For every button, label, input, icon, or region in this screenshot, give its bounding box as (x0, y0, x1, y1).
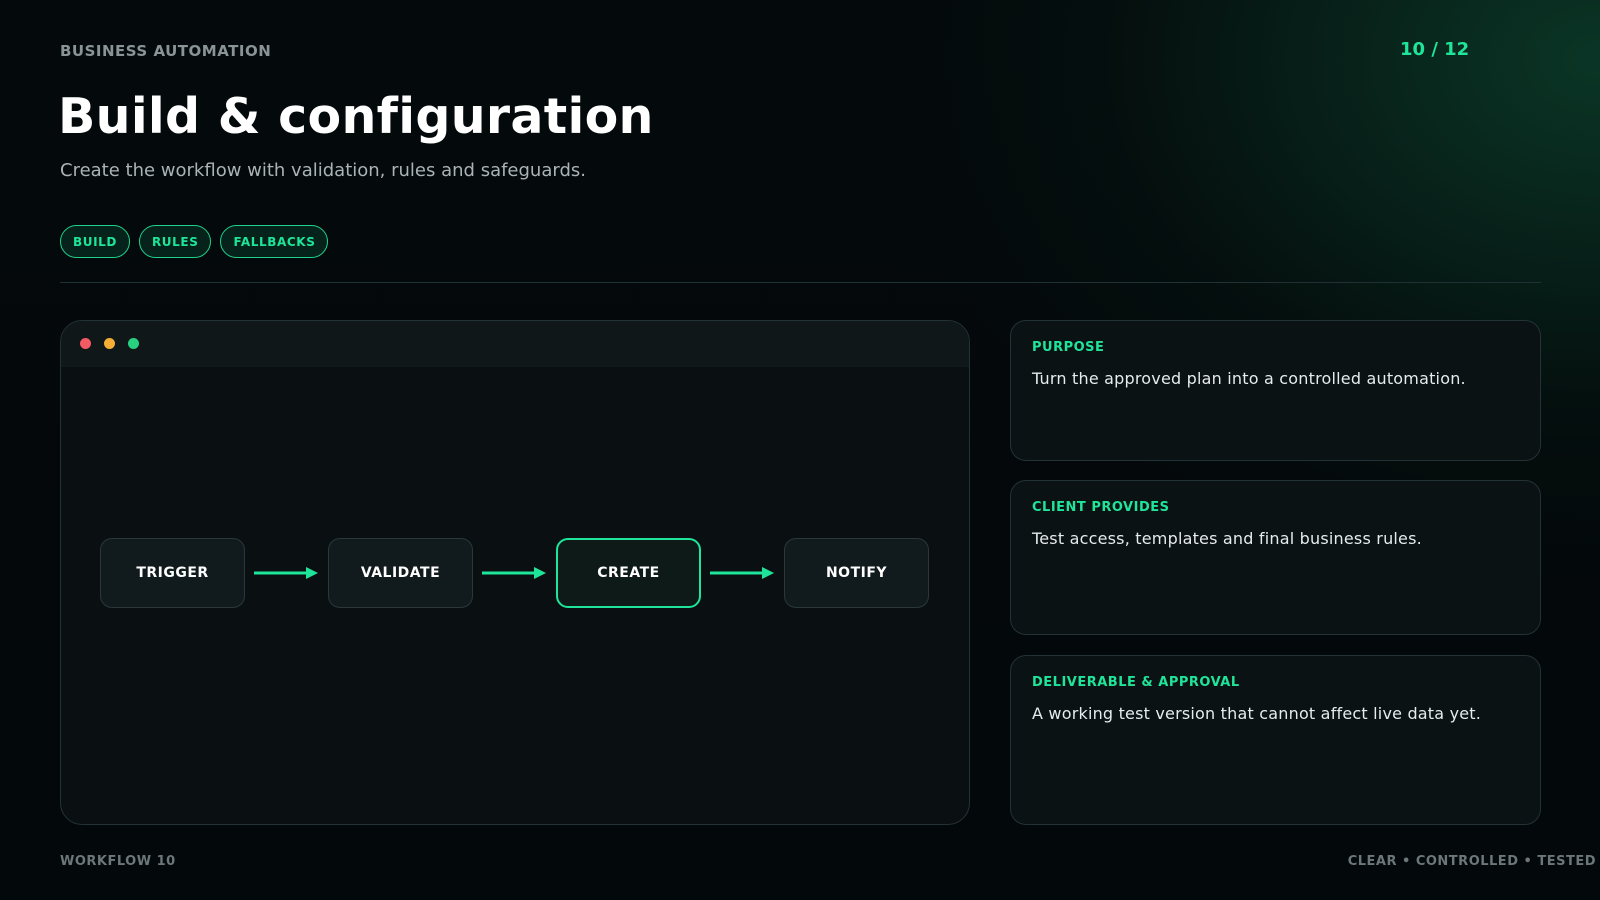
page-subtitle: Create the workflow with validation, rul… (60, 160, 586, 181)
close-dot-icon[interactable] (80, 338, 91, 349)
footer-workflow-label: WORKFLOW 10 (60, 854, 176, 869)
workflow-window: TRIGGER VALIDATE CREATE NOTIFY (60, 320, 970, 825)
arrow-right-icon (710, 567, 774, 579)
card-text: Turn the approved plan into a controlled… (1032, 369, 1466, 388)
tag-fallbacks: FALLBACKS (220, 225, 329, 258)
step-create[interactable]: CREATE (556, 538, 701, 608)
card-deliverable-approval: DELIVERABLE & APPROVAL A working test ve… (1010, 655, 1541, 825)
tag-rules: RULES (138, 225, 212, 258)
minimize-dot-icon[interactable] (104, 338, 115, 349)
card-text: Test access, templates and final busines… (1032, 529, 1422, 548)
card-label: PURPOSE (1032, 340, 1105, 355)
maximize-dot-icon[interactable] (128, 338, 139, 349)
card-text: A working test version that cannot affec… (1032, 704, 1482, 723)
arrow-right-icon (254, 567, 318, 579)
footer-tagline: CLEAR • CONTROLLED • TESTED (1347, 854, 1596, 869)
card-label: CLIENT PROVIDES (1032, 500, 1170, 515)
card-label: DELIVERABLE & APPROVAL (1032, 675, 1240, 690)
tag-list: BUILD RULES FALLBACKS (60, 225, 329, 258)
header-divider (60, 282, 1541, 283)
page-title: Build & configuration (58, 88, 654, 145)
arrow-right-icon (482, 567, 546, 579)
slide: BUSINESS AUTOMATION 10 / 12 Build & conf… (0, 0, 1600, 900)
step-trigger[interactable]: TRIGGER (100, 538, 245, 608)
slide-counter: 10 / 12 (1400, 39, 1470, 60)
step-notify[interactable]: NOTIFY (784, 538, 929, 608)
window-titlebar (61, 321, 969, 367)
card-client-provides: CLIENT PROVIDES Test access, templates a… (1010, 480, 1541, 635)
section-eyebrow: BUSINESS AUTOMATION (60, 42, 272, 60)
step-validate[interactable]: VALIDATE (328, 538, 473, 608)
tag-build: BUILD (60, 225, 130, 258)
workflow-diagram: TRIGGER VALIDATE CREATE NOTIFY (100, 538, 930, 608)
card-purpose: PURPOSE Turn the approved plan into a co… (1010, 320, 1541, 461)
